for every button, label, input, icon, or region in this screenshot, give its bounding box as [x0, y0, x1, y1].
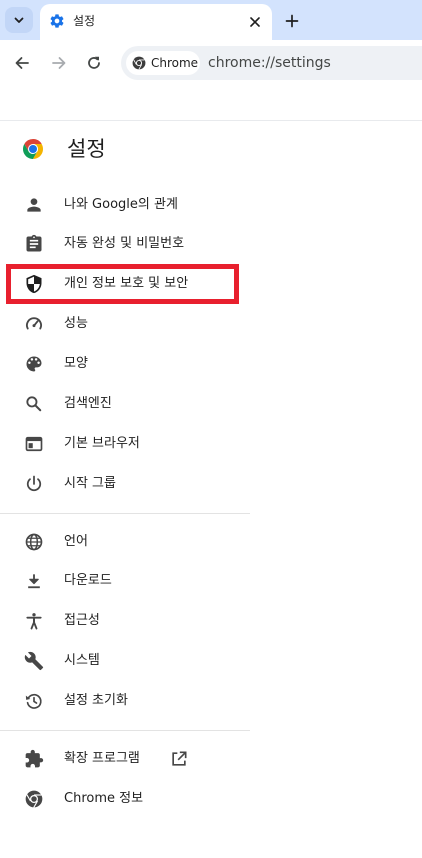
- wrench-icon: [24, 651, 44, 671]
- accessibility-icon: [24, 611, 44, 631]
- sidebar-item-label: 설정 초기화: [64, 693, 128, 708]
- address-bar[interactable]: Chrome chrome://settings: [121, 46, 422, 80]
- url-text[interactable]: chrome://settings: [208, 54, 331, 72]
- browser-window-icon: [24, 434, 44, 454]
- sidebar-item-reset-settings[interactable]: 설정 초기화: [0, 681, 250, 721]
- close-icon: [249, 16, 261, 28]
- globe-icon: [24, 532, 44, 552]
- close-tab-button[interactable]: [246, 13, 264, 31]
- toolbar: Chrome chrome://settings: [0, 40, 422, 86]
- clipboard-icon: [24, 234, 44, 254]
- site-info-chip[interactable]: Chrome: [126, 51, 200, 75]
- sidebar-item-on-startup[interactable]: 시작 그룹: [0, 464, 250, 504]
- sidebar-item-label: 자동 완성 및 비밀번호: [64, 236, 185, 251]
- sidebar-item-you-and-google[interactable]: 나와 Google의 관계: [0, 185, 250, 225]
- external-link-icon: [169, 749, 189, 769]
- sidebar-item-label: 시스템: [64, 653, 100, 668]
- sidebar-item-label: 언어: [64, 534, 88, 549]
- sidebar-item-label: 시작 그룹: [64, 476, 116, 491]
- chrome-icon: [132, 56, 146, 70]
- plus-icon: [285, 14, 299, 28]
- sidebar-item-accessibility[interactable]: 접근성: [0, 601, 250, 641]
- history-icon: [24, 691, 44, 711]
- sidebar-item-default-browser[interactable]: 기본 브라우저: [0, 424, 250, 464]
- search-icon: [24, 394, 44, 414]
- chrome-icon: [24, 789, 44, 809]
- sidebar-item-languages[interactable]: 언어: [0, 522, 250, 562]
- sidebar-item-performance[interactable]: 성능: [0, 304, 250, 344]
- forward-button[interactable]: [48, 52, 70, 74]
- sidebar-item-label: 확장 프로그램: [64, 751, 140, 766]
- tab-title: 설정: [73, 14, 96, 28]
- chrome-logo-icon: [21, 137, 45, 161]
- sidebar-item-label: 성능: [64, 316, 88, 331]
- tab-settings[interactable]: 설정: [40, 4, 272, 40]
- back-button[interactable]: [11, 52, 33, 74]
- sidebar-item-system[interactable]: 시스템: [0, 641, 250, 681]
- sidebar-item-label: 다운로드: [64, 573, 112, 588]
- sidebar-item-label: 접근성: [64, 613, 100, 628]
- sidebar-item-extensions[interactable]: 확장 프로그램: [0, 739, 250, 779]
- sidebar-item-appearance[interactable]: 모양: [0, 344, 250, 384]
- palette-icon: [24, 354, 44, 374]
- sidebar-item-downloads[interactable]: 다운로드: [0, 561, 250, 601]
- nav-divider: [0, 730, 250, 731]
- chip-label: Chrome: [151, 56, 199, 70]
- arrow-left-icon: [14, 55, 30, 71]
- content-divider: [0, 120, 422, 121]
- sidebar-item-label: 모양: [64, 356, 88, 371]
- puzzle-icon: [24, 749, 44, 769]
- tab-search-button[interactable]: [5, 7, 33, 33]
- power-icon: [24, 474, 44, 494]
- person-icon: [24, 195, 44, 215]
- arrow-right-icon: [51, 55, 67, 71]
- new-tab-button[interactable]: [281, 10, 303, 32]
- reload-button[interactable]: [83, 52, 105, 74]
- sidebar-item-about-chrome[interactable]: Chrome 정보: [0, 779, 250, 819]
- sidebar-item-label: 기본 브라우저: [64, 436, 140, 451]
- download-icon: [24, 571, 44, 591]
- highlight-box: [6, 264, 239, 304]
- sidebar-item-search-engine[interactable]: 검색엔진: [0, 384, 250, 424]
- sidebar-item-label: Chrome 정보: [64, 791, 144, 806]
- chevron-down-icon: [13, 14, 25, 26]
- sidebar-item-autofill[interactable]: 자동 완성 및 비밀번호: [0, 224, 250, 264]
- reload-icon: [86, 55, 102, 71]
- sidebar-item-label: 검색엔진: [64, 396, 112, 411]
- tab-strip: 설정: [0, 0, 422, 40]
- nav-divider: [0, 513, 250, 514]
- gear-icon: [49, 13, 65, 29]
- sidebar-item-label: 나와 Google의 관계: [64, 197, 178, 212]
- speedometer-icon: [24, 314, 44, 334]
- page-title: 설정: [67, 137, 106, 161]
